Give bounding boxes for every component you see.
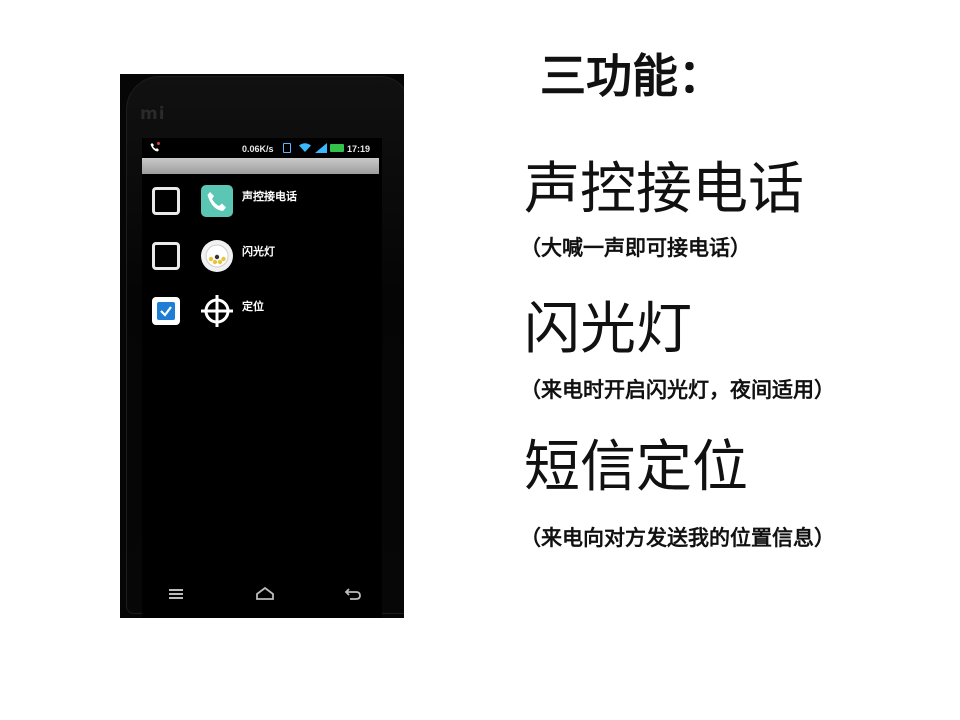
- feature-desc-voice-answer: （大喊一声即可接电话）: [520, 236, 751, 260]
- slide-heading: 三功能：: [540, 49, 724, 103]
- brand-logo: mi: [140, 104, 166, 124]
- setting-title: 声控接电话: [242, 190, 297, 203]
- signal-icon: [315, 143, 327, 155]
- location-checkbox[interactable]: [152, 297, 180, 325]
- feature-title-flashlight: 闪光灯: [524, 297, 692, 362]
- setting-row-voice-answer[interactable]: 声控接电话: [142, 180, 382, 220]
- voice-answer-checkbox[interactable]: [152, 187, 180, 215]
- feature-title-sms-location: 短信定位: [524, 435, 748, 500]
- phone-screen: 0.06K/s 17:19 声控接电话 闪光灯 定位: [142, 138, 382, 618]
- home-icon[interactable]: [253, 584, 277, 604]
- wifi-icon: [299, 143, 311, 155]
- network-speed: 0.06K/s: [242, 144, 274, 154]
- vibrate-icon: [283, 143, 291, 153]
- clock: 17:19: [347, 144, 371, 154]
- battery-icon: [330, 144, 344, 152]
- setting-title: 定位: [242, 300, 264, 313]
- setting-row-location[interactable]: 定位: [142, 290, 382, 330]
- flashlight-icon: [200, 239, 234, 273]
- feature-desc-flashlight: （来电时开启闪光灯，夜间适用）: [520, 378, 835, 402]
- checkmark-icon: [157, 302, 175, 320]
- setting-row-flashlight[interactable]: 闪光灯: [142, 235, 382, 275]
- android-nav-bar: [120, 578, 404, 618]
- app-title-bar: [142, 158, 379, 174]
- setting-title: 闪光灯: [242, 245, 275, 258]
- feature-desc-sms-location: （来电向对方发送我的位置信息）: [520, 526, 835, 550]
- menu-icon[interactable]: [164, 584, 188, 604]
- status-bar: 0.06K/s 17:19: [142, 142, 380, 156]
- phone-photo: mi 0.06K/s 17:19 声控接电话 闪光灯 定位: [120, 74, 404, 618]
- feature-title-voice-answer: 声控接电话: [524, 157, 804, 222]
- crosshair-icon: [200, 294, 234, 328]
- missed-call-icon: [150, 142, 160, 154]
- phone-handset-icon: [200, 184, 234, 218]
- back-icon[interactable]: [341, 584, 365, 604]
- flashlight-checkbox[interactable]: [152, 242, 180, 270]
